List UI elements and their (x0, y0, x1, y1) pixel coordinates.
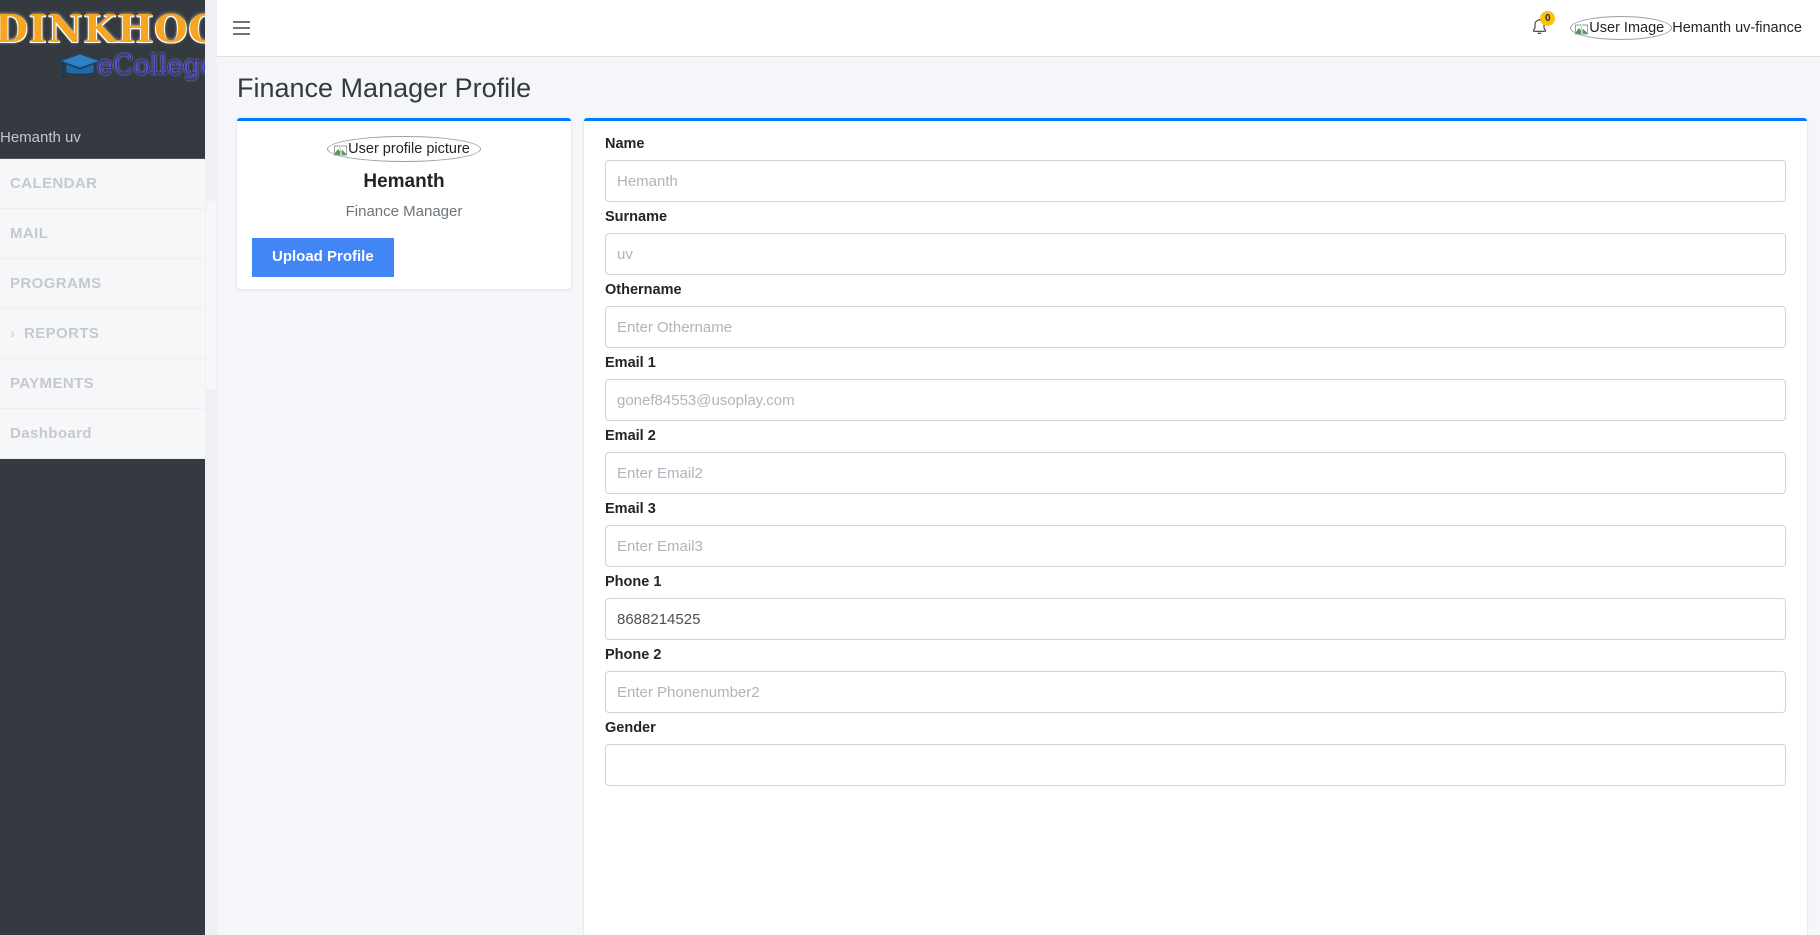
surname-input[interactable] (605, 233, 1786, 275)
user-image-alt-text: User Image (1589, 20, 1665, 36)
label-email3: Email 3 (605, 501, 656, 517)
label-name: Name (605, 136, 645, 152)
profile-picture-broken-image[interactable]: User profile picture (327, 136, 481, 162)
label-othername: Othername (605, 282, 682, 298)
profile-role: Finance Manager (345, 203, 463, 220)
top-navbar: 0 User Image Hemanth uv-finance (217, 0, 1820, 57)
field-group-surname: Surname (605, 209, 1786, 275)
label-phone1: Phone 1 (605, 574, 662, 590)
sidebar-item-mail[interactable]: MAIL (0, 209, 217, 262)
sidebar-item-calendar[interactable]: CALENDAR (0, 159, 217, 212)
field-group-phone2: Phone 2 (605, 647, 1786, 713)
app-root: DINKHOO! eCollege Hemanth uv (0, 0, 1820, 935)
name-input[interactable] (605, 160, 1786, 202)
main-area: 0 User Image Hemanth uv-finance Finance … (217, 0, 1820, 935)
label-email1: Email 1 (605, 355, 656, 371)
navbar-user-name: Hemanth uv-finance (1672, 20, 1802, 36)
sidebar-item-label: MAIL (10, 225, 49, 242)
othername-input[interactable] (605, 306, 1786, 348)
sidebar-item-label: Dashboard (10, 425, 92, 442)
page-title: Finance Manager Profile (237, 73, 532, 103)
user-menu[interactable]: User Image Hemanth uv-finance (1570, 16, 1802, 40)
field-group-othername: Othername (605, 282, 1786, 348)
graduation-cap-icon (57, 50, 103, 80)
email2-input[interactable] (605, 452, 1786, 494)
sidebar-user-label: Hemanth uv (0, 116, 217, 158)
label-surname: Surname (605, 209, 668, 225)
page-header: Finance Manager Profile (217, 57, 1820, 118)
notifications-button[interactable]: 0 (1531, 10, 1556, 39)
gender-input[interactable] (605, 744, 1786, 786)
content-row: User profile picture Hemanth Finance Man… (217, 118, 1820, 935)
user-avatar-broken-image: User Image (1570, 16, 1673, 40)
sidebar-scrollbar[interactable] (205, 0, 217, 935)
sidebar-item-label: PAYMENTS (10, 375, 95, 392)
chevron-right-icon: › (10, 325, 15, 342)
logo-text-ecollege: eCollege (96, 49, 217, 81)
sidebar-item-label: PROGRAMS (10, 275, 102, 292)
field-group-email1: Email 1 (605, 355, 1786, 421)
sidebar-item-label: REPORTS (24, 325, 100, 342)
field-group-name: Name (605, 136, 1786, 202)
brand-logo[interactable]: DINKHOO! eCollege (0, 0, 217, 122)
sidebar-user-name: Hemanth uv (0, 128, 81, 146)
email1-input[interactable] (605, 379, 1786, 421)
email3-input[interactable] (605, 525, 1786, 567)
label-email2: Email 2 (605, 428, 656, 444)
field-group-gender: Gender (605, 720, 1786, 786)
sidebar-item-dashboard[interactable]: Dashboard (0, 409, 217, 462)
broken-image-icon (1575, 23, 1589, 35)
profile-image-alt-text: User profile picture (348, 141, 470, 157)
sidebar-empty-area (0, 459, 217, 929)
sidebar-item-payments[interactable]: PAYMENTS (0, 359, 217, 412)
label-gender: Gender (605, 720, 656, 736)
phone1-input[interactable] (605, 598, 1786, 640)
upload-profile-button[interactable]: Upload Profile (252, 238, 394, 277)
broken-image-icon (334, 144, 348, 156)
sidebar-nav: CALENDAR MAIL PROGRAMS › REPORTS PAYMENT… (0, 159, 217, 462)
label-phone2: Phone 2 (605, 647, 662, 663)
sidebar-scrollbar-thumb[interactable] (206, 200, 216, 390)
phone2-input[interactable] (605, 671, 1786, 713)
logo-text-dinkhoo: DINKHOO! (0, 6, 217, 51)
sidebar: DINKHOO! eCollege Hemanth uv (0, 0, 217, 935)
notification-badge: 0 (1540, 10, 1556, 26)
profile-summary-card: User profile picture Hemanth Finance Man… (237, 118, 571, 289)
field-group-email2: Email 2 (605, 428, 1786, 494)
sidebar-item-reports[interactable]: › REPORTS (0, 309, 217, 362)
field-group-email3: Email 3 (605, 501, 1786, 567)
sidebar-item-label: CALENDAR (10, 175, 98, 192)
profile-form-card: Name Surname Othername Email 1 Email 2 (584, 118, 1807, 935)
field-group-phone1: Phone 1 (605, 574, 1786, 640)
hamburger-icon[interactable] (229, 13, 259, 43)
sidebar-item-programs[interactable]: PROGRAMS (0, 259, 217, 312)
profile-name: Hemanth (363, 171, 445, 192)
